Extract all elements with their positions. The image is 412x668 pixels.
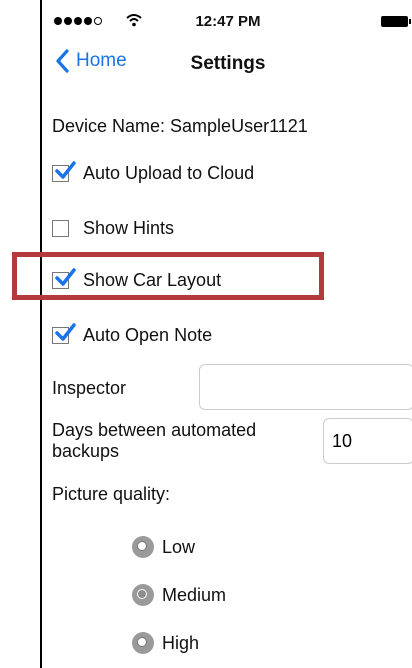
- auto-open-note-option[interactable]: Auto Open Note: [52, 323, 213, 346]
- show-hints-label: Show Hints: [83, 218, 175, 238]
- show-hints-option[interactable]: Show Hints: [52, 218, 174, 239]
- checkmark-icon: [55, 161, 76, 179]
- quality-high-label: High: [162, 632, 200, 653]
- backups-days-input[interactable]: [323, 418, 412, 464]
- checkmark-icon: [55, 268, 76, 286]
- status-bar: 12:47 PM: [42, 0, 412, 44]
- checkmark-icon: [55, 323, 76, 341]
- show-hints-checkbox[interactable]: [52, 220, 69, 237]
- backups-label-line1: Days between automated: [52, 420, 257, 440]
- auto-upload-label: Auto Upload to Cloud: [83, 163, 255, 183]
- radio-icon[interactable]: [132, 632, 154, 654]
- auto-open-note-checkbox[interactable]: [52, 323, 76, 344]
- navigation-bar: Home Settings: [42, 44, 412, 82]
- picture-quality-label: Picture quality:: [52, 484, 171, 504]
- show-car-layout-option[interactable]: Show Car Layout: [52, 268, 222, 291]
- quality-medium-label: Medium: [162, 584, 227, 605]
- device-name-label: Device Name: SampleUser1121: [52, 116, 308, 136]
- quality-medium-option[interactable]: Medium: [132, 584, 226, 606]
- quality-low-option[interactable]: Low: [132, 536, 195, 558]
- inspector-label: Inspector: [52, 378, 127, 398]
- radio-icon[interactable]: [132, 536, 154, 558]
- auto-upload-checkbox[interactable]: [52, 161, 76, 182]
- backups-label-line2: backups: [52, 441, 120, 461]
- quality-low-label: Low: [162, 536, 196, 557]
- quality-high-option[interactable]: High: [132, 632, 199, 654]
- show-car-layout-label: Show Car Layout: [83, 270, 222, 290]
- page-title: Settings: [190, 53, 266, 74]
- show-car-layout-checkbox[interactable]: [52, 268, 76, 289]
- radio-icon[interactable]: [132, 584, 154, 606]
- backups-label: Days between automated backups: [52, 420, 256, 462]
- auto-open-note-label: Auto Open Note: [83, 325, 213, 345]
- battery-icon: [381, 16, 411, 27]
- auto-upload-option[interactable]: Auto Upload to Cloud: [52, 161, 255, 184]
- app-screen: 12:47 PM Home Settings Device Name: Samp…: [12, 0, 412, 668]
- inspector-input[interactable]: [199, 364, 412, 410]
- status-time: 12:47 PM: [195, 13, 261, 30]
